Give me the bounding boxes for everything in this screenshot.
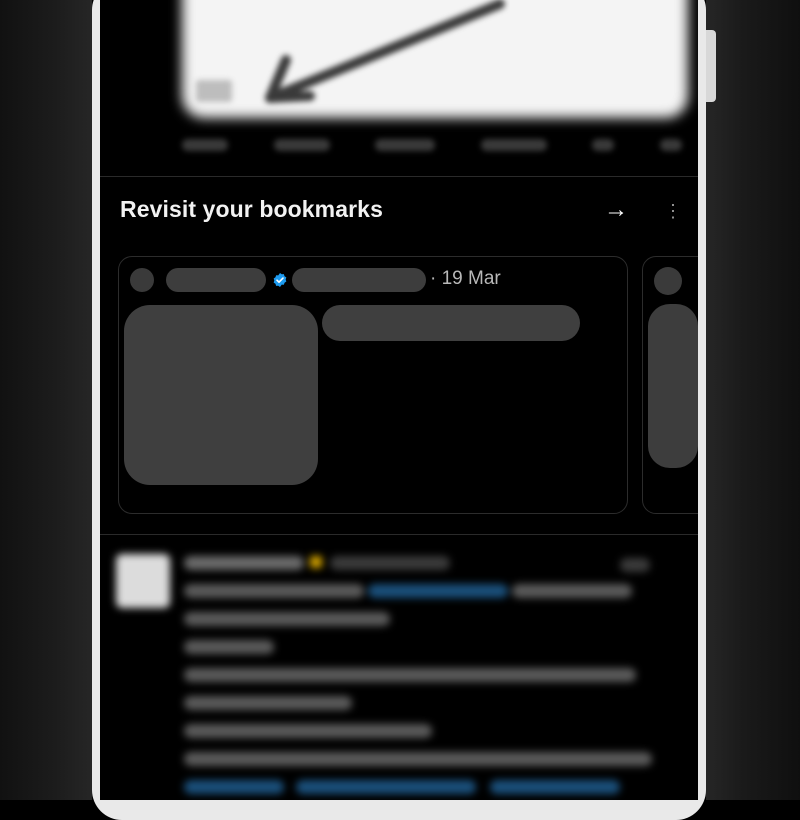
post-text-line (184, 724, 432, 738)
section-title: Revisit your bookmarks (120, 196, 383, 222)
author-handle-placeholder (292, 268, 426, 292)
like-action[interactable] (375, 139, 436, 151)
author-name-placeholder (166, 268, 266, 292)
background-right (706, 0, 800, 800)
bookmark-action[interactable] (592, 139, 615, 151)
bookmark-text-placeholder (322, 305, 580, 341)
timeline-post[interactable] (100, 540, 698, 800)
post-text-line (184, 696, 352, 710)
author-avatar (654, 267, 682, 295)
post-text-line (184, 752, 652, 766)
phone-side-button (706, 30, 716, 102)
share-action[interactable] (659, 139, 682, 151)
media-thumbnail (196, 80, 232, 102)
background-left (0, 0, 92, 800)
author-handle (330, 556, 450, 570)
grok-icon[interactable] (620, 558, 650, 572)
bookmark-media-placeholder (648, 304, 698, 468)
more-options-icon[interactable]: ⋮ (660, 196, 686, 226)
post-actions-row (182, 133, 682, 157)
arrow-right-icon[interactable]: → (600, 195, 632, 225)
post-date: · 19 Mar (430, 268, 501, 289)
post-hashtag-link[interactable] (296, 780, 476, 794)
post-author-avatar[interactable] (116, 554, 170, 608)
verified-badge-icon (273, 273, 287, 287)
post-text-line (184, 668, 636, 682)
post-text-line (512, 584, 632, 598)
app-screen: Revisit your bookmarks → ⋮ · 19 Mar (100, 0, 698, 800)
author-avatar (130, 268, 154, 292)
post-hashtag-link[interactable] (184, 780, 284, 794)
author-name[interactable] (184, 556, 304, 570)
gold-badge-icon (310, 556, 322, 568)
views-action[interactable] (480, 139, 547, 151)
post-mention-link[interactable] (368, 584, 508, 598)
divider (100, 176, 698, 177)
repost-action[interactable] (273, 139, 330, 151)
bookmark-media-placeholder (124, 305, 318, 485)
post-text-line (184, 612, 390, 626)
post-text-line (184, 640, 274, 654)
arrow-graphic (265, 0, 505, 103)
post-text-line (184, 584, 364, 598)
reply-action[interactable] (182, 139, 228, 151)
divider (100, 534, 698, 535)
show-more-link[interactable] (490, 780, 620, 794)
